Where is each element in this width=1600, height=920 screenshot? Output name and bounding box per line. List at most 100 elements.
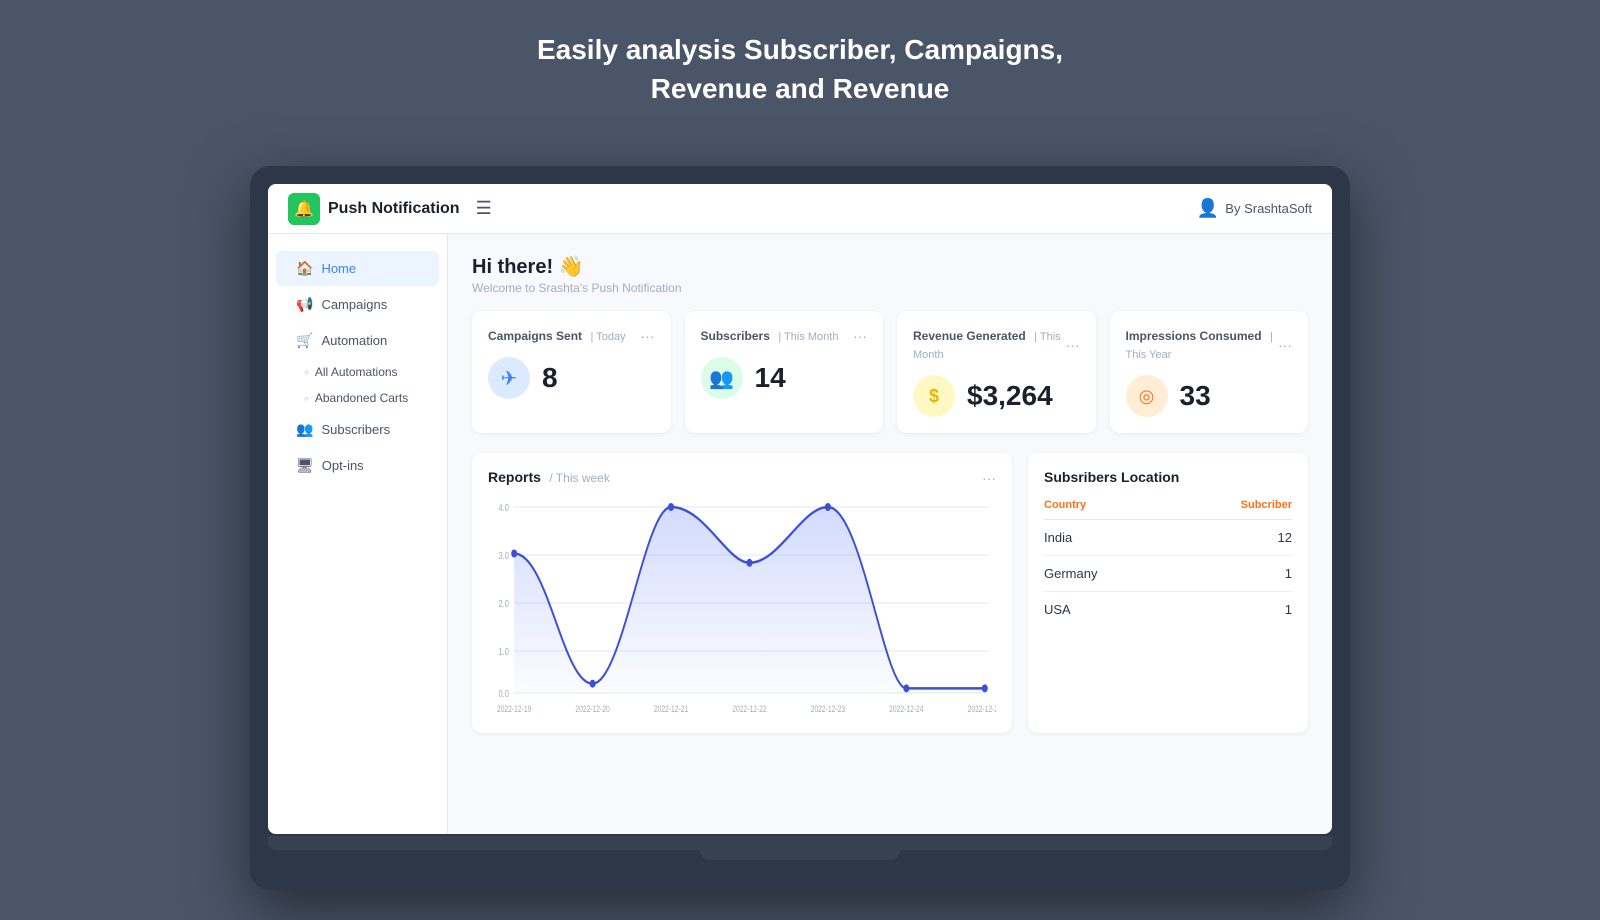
stat-value-campaigns: 8 [542, 362, 558, 394]
svg-text:2022-12-24: 2022-12-24 [889, 704, 924, 714]
sidebar-item-optins[interactable]: 🖥 Opt-ins [276, 448, 439, 483]
sidebar-label-optins: Opt-ins [322, 458, 364, 473]
laptop-frame: 🔔 Push Notification ☰ 👤 By SrashtaSoft 🏠… [250, 166, 1350, 890]
stat-body-campaigns: ✈ 8 [488, 357, 655, 399]
svg-text:3.0: 3.0 [499, 550, 509, 561]
stat-card-header-campaigns: Campaigns Sent | Today ··· [488, 327, 655, 345]
stat-icon-revenue: $ [913, 375, 955, 417]
chart-area: 4.0 3.0 2.0 1.0 0.0 [488, 497, 996, 717]
main-layout: 🏠 Home 📢 Campaigns 🛒 Automation All Auto… [268, 234, 1332, 834]
stat-title-subscribers: Subscribers [701, 329, 770, 343]
laptop-stand [700, 850, 900, 860]
svg-text:2022-12-20: 2022-12-20 [575, 704, 610, 714]
location-row-india: India 12 [1044, 520, 1292, 556]
topbar: 🔔 Push Notification ☰ 👤 By SrashtaSoft [268, 184, 1332, 234]
optins-icon: 🖥 [296, 457, 314, 474]
reports-period: / This week [549, 471, 609, 485]
page-title: Easily analysis Subscriber, Campaigns, R… [537, 30, 1063, 108]
svg-text:2022-12-23: 2022-12-23 [811, 704, 846, 714]
stat-value-impressions: 33 [1180, 380, 1211, 412]
stat-dots-revenue[interactable]: ··· [1066, 337, 1080, 353]
count-india: 12 [1278, 530, 1292, 545]
stat-title-campaigns: Campaigns Sent [488, 329, 582, 343]
stat-value-revenue: $3,264 [967, 380, 1053, 412]
reports-title: Reports [488, 469, 541, 485]
count-germany: 1 [1285, 566, 1292, 581]
stat-card-campaigns-sent: Campaigns Sent | Today ··· ✈ 8 [472, 311, 671, 433]
greeting-section: Hi there! 👋 Welcome to Srashta's Push No… [472, 254, 1308, 295]
col-country: Country [1044, 499, 1086, 511]
sidebar-label-home: Home [321, 261, 356, 276]
sidebar-item-campaigns[interactable]: 📢 Campaigns [276, 287, 439, 322]
location-row-usa: USA 1 [1044, 592, 1292, 627]
greeting-subtitle: Welcome to Srashta's Push Notification [472, 281, 1308, 295]
greeting-title: Hi there! 👋 [472, 254, 1308, 279]
reports-dots[interactable]: ··· [982, 470, 996, 486]
svg-text:2022-12-21: 2022-12-21 [654, 704, 689, 714]
automation-icon: 🛒 [296, 332, 313, 349]
col-subscriber: Subcriber [1241, 499, 1292, 511]
by-label: By SrashtaSoft [1225, 201, 1312, 216]
laptop-base [268, 836, 1332, 850]
bottom-row: Reports / This week ··· 4.0 3.0 2.0 [472, 453, 1308, 733]
user-icon: 👤 [1197, 198, 1219, 219]
campaigns-icon: 📢 [296, 296, 313, 313]
stat-card-subscribers: Subscribers | This Month ··· 👥 14 [685, 311, 884, 433]
location-card: Subsribers Location Country Subcriber In… [1028, 453, 1308, 733]
stat-title-revenue: Revenue Generated [913, 329, 1026, 343]
reports-card: Reports / This week ··· 4.0 3.0 2.0 [472, 453, 1012, 733]
stat-title-impressions: Impressions Consumed [1126, 329, 1262, 343]
svg-text:2022-12-19: 2022-12-19 [497, 704, 532, 714]
stat-card-header-revenue: Revenue Generated | This Month ··· [913, 327, 1080, 363]
logo-area: 🔔 Push Notification [288, 193, 460, 225]
svg-text:1.0: 1.0 [499, 646, 509, 657]
stat-body-impressions: ◎ 33 [1126, 375, 1293, 417]
stat-icon-impressions: ◎ [1126, 375, 1168, 417]
sidebar-sub-all-automations[interactable]: All Automations [268, 359, 447, 385]
stat-body-subscribers: 👥 14 [701, 357, 868, 399]
all-automations-label: All Automations [315, 365, 398, 379]
main-content: Hi there! 👋 Welcome to Srashta's Push No… [448, 234, 1332, 834]
stat-dots-subscribers[interactable]: ··· [853, 328, 867, 344]
reports-header: Reports / This week ··· [488, 469, 996, 487]
stat-icon-campaigns: ✈ [488, 357, 530, 399]
sidebar-item-subscribers[interactable]: 👥 Subscribers [276, 412, 439, 447]
sidebar: 🏠 Home 📢 Campaigns 🛒 Automation All Auto… [268, 234, 448, 834]
stat-icon-subscribers: 👥 [701, 357, 743, 399]
location-title: Subsribers Location [1044, 469, 1292, 485]
svg-text:2022-12-22: 2022-12-22 [732, 704, 767, 714]
svg-text:0.0: 0.0 [499, 688, 509, 699]
hamburger-menu[interactable]: ☰ [476, 198, 492, 219]
stat-period-campaigns: | Today [590, 331, 625, 343]
count-usa: 1 [1285, 602, 1292, 617]
stat-card-header-subscribers: Subscribers | This Month ··· [701, 327, 868, 345]
stat-cards: Campaigns Sent | Today ··· ✈ 8 [472, 311, 1308, 433]
logo-icon: 🔔 [288, 193, 320, 225]
sidebar-label-campaigns: Campaigns [321, 297, 387, 312]
stat-value-subscribers: 14 [755, 362, 786, 394]
svg-text:2.0: 2.0 [499, 598, 509, 609]
topbar-right: 👤 By SrashtaSoft [1197, 198, 1312, 219]
sidebar-sub-abandoned-carts[interactable]: Abandoned Carts [268, 385, 447, 411]
sidebar-item-home[interactable]: 🏠 Home [276, 251, 439, 286]
stat-dots-campaigns[interactable]: ··· [641, 328, 655, 344]
svg-text:4.0: 4.0 [499, 502, 509, 513]
abandoned-carts-label: Abandoned Carts [315, 391, 408, 405]
sidebar-item-automation[interactable]: 🛒 Automation [276, 323, 439, 358]
home-icon: 🏠 [296, 260, 313, 277]
stat-card-header-impressions: Impressions Consumed | This Year ··· [1126, 327, 1293, 363]
page-heading: Easily analysis Subscriber, Campaigns, R… [537, 30, 1063, 138]
location-row-germany: Germany 1 [1044, 556, 1292, 592]
stat-period-subscribers: | This Month [778, 331, 838, 343]
country-germany: Germany [1044, 566, 1097, 581]
logo-text: Push Notification [328, 200, 460, 218]
chart-svg: 4.0 3.0 2.0 1.0 0.0 [488, 497, 996, 717]
location-table-header: Country Subcriber [1044, 499, 1292, 520]
stat-card-impressions: Impressions Consumed | This Year ··· ◎ 3… [1110, 311, 1309, 433]
laptop-screen: 🔔 Push Notification ☰ 👤 By SrashtaSoft 🏠… [268, 184, 1332, 834]
stat-card-revenue: Revenue Generated | This Month ··· $ $3,… [897, 311, 1096, 433]
stat-dots-impressions[interactable]: ··· [1278, 337, 1292, 353]
sidebar-label-subscribers: Subscribers [321, 422, 390, 437]
sidebar-label-automation: Automation [321, 333, 387, 348]
stat-body-revenue: $ $3,264 [913, 375, 1080, 417]
